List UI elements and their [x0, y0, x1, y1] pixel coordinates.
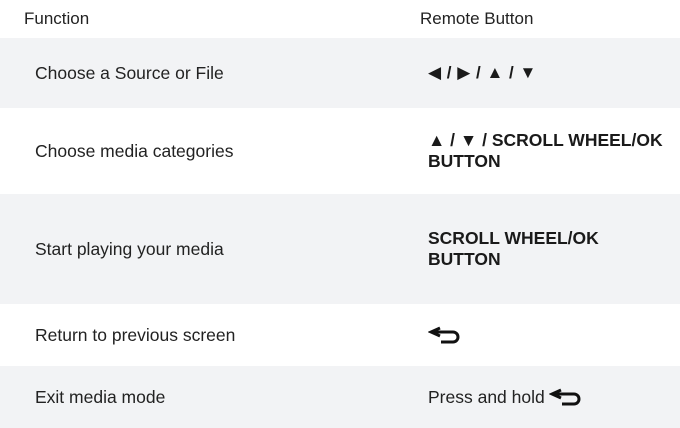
table-row: Choose media categories ▲ / ▼ / SCROLL W… — [0, 108, 680, 194]
back-arrow-icon — [428, 326, 460, 344]
remote-button-cell: SCROLL WHEEL/OK BUTTON — [428, 228, 599, 269]
header-function: Function — [24, 9, 90, 28]
table-row: Choose a Source or File ◀ / ▶ / ▲ / ▼ — [0, 38, 680, 108]
table-header: Function Remote Button — [0, 0, 680, 38]
function-cell: Start playing your media — [35, 238, 224, 259]
function-cell: Choose a Source or File — [35, 62, 224, 83]
table-row: Return to previous screen — [0, 304, 680, 366]
table-row: Start playing your media SCROLL WHEEL/OK… — [0, 194, 680, 304]
remote-button-cell: ▲ / ▼ / SCROLL WHEEL/OK BUTTON — [428, 130, 663, 171]
remote-function-table: Function Remote Button Choose a Source o… — [0, 0, 680, 428]
function-cell: Return to previous screen — [35, 324, 236, 345]
back-arrow-icon — [548, 388, 581, 406]
function-cell: Choose media categories — [35, 140, 234, 161]
table-row: Exit media mode Press and hold — [0, 366, 680, 428]
remote-button-cell — [428, 304, 668, 366]
remote-button-cell: Press and hold — [428, 366, 668, 428]
header-remote-button: Remote Button — [420, 9, 534, 28]
press-and-hold-text: Press and hold — [428, 386, 545, 407]
function-cell: Exit media mode — [35, 386, 166, 407]
remote-button-cell: ◀ / ▶ / ▲ / ▼ — [428, 62, 537, 82]
